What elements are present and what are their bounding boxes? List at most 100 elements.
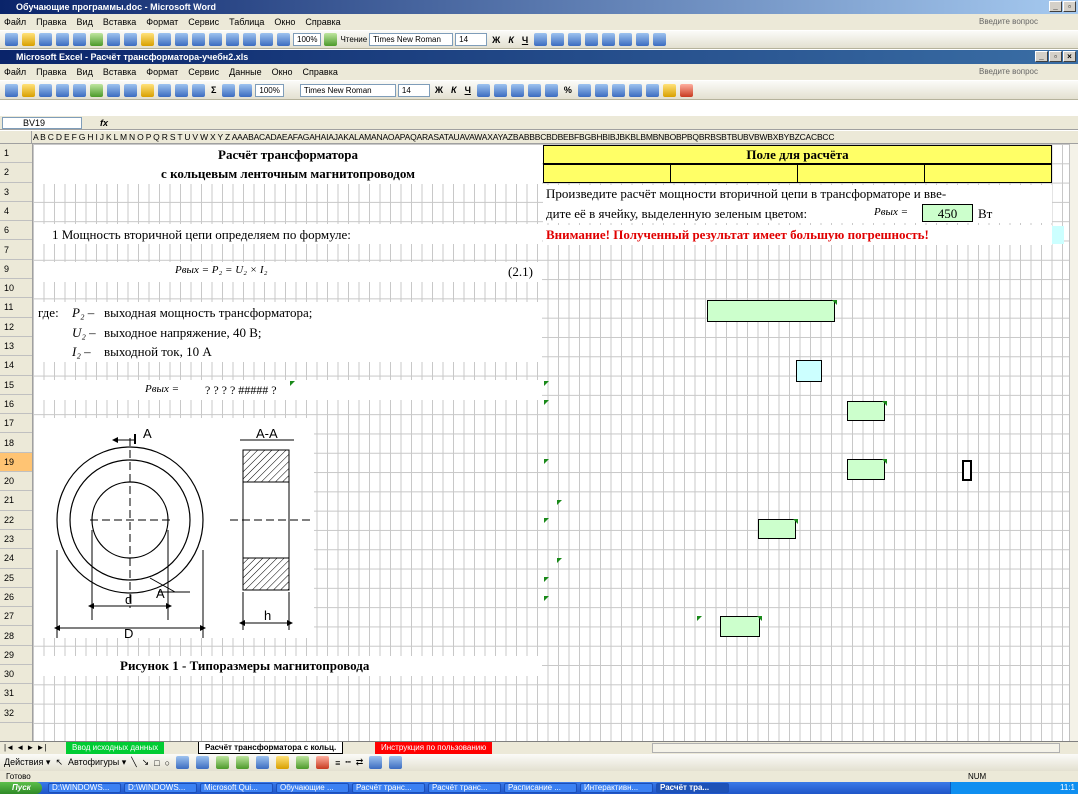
taskbar-button[interactable]: Интерактивн... [580, 783, 653, 793]
row-header[interactable]: 18 [0, 434, 32, 453]
autosum-icon[interactable]: Σ [208, 85, 219, 95]
select-all-corner[interactable] [0, 131, 32, 143]
row-header[interactable]: 16 [0, 395, 32, 415]
taskbar-button[interactable]: Расчёт транс... [352, 783, 425, 793]
reading-button[interactable]: Чтение [340, 35, 367, 44]
row-header[interactable]: 27 [0, 607, 32, 627]
clipart-icon[interactable] [236, 756, 250, 769]
word-font-select[interactable]: Times New Roman [369, 33, 454, 46]
select-pointer-icon[interactable]: ↖ [55, 757, 63, 768]
row-header[interactable]: 2 [0, 163, 32, 183]
arrow-style-icon[interactable]: ⇄ [356, 757, 364, 768]
green-cell-16[interactable] [847, 401, 885, 421]
align-left-icon[interactable] [476, 83, 490, 97]
active-cell-bv19[interactable] [962, 460, 972, 481]
green-cell-27[interactable] [720, 616, 760, 637]
textbox-icon[interactable] [176, 756, 190, 769]
oval-icon[interactable]: ○ [165, 758, 170, 768]
answer-value[interactable]: 450 [922, 206, 973, 222]
row-header[interactable]: 23 [0, 530, 32, 550]
align-center-icon[interactable] [493, 83, 507, 97]
numbering-icon[interactable] [602, 33, 616, 46]
word-help-box[interactable]: Введите вопрос [979, 14, 1038, 30]
border-icon[interactable] [636, 33, 650, 46]
menu-view[interactable]: Вид [77, 64, 93, 80]
row-header[interactable]: 28 [0, 627, 32, 646]
menu-insert[interactable]: Вставка [103, 14, 136, 30]
horizontal-scrollbar[interactable] [652, 743, 1060, 753]
menu-format[interactable]: Формат [146, 14, 178, 30]
diagram-icon[interactable] [216, 756, 230, 769]
italic-icon[interactable]: К [448, 85, 460, 95]
pilcrow-icon[interactable] [277, 33, 290, 46]
row-header[interactable]: 4 [0, 202, 32, 222]
borders-icon[interactable] [645, 83, 659, 97]
cyan-cell-14[interactable] [796, 360, 822, 382]
arrow-icon[interactable]: ↘ [142, 757, 150, 768]
align-right-icon[interactable] [568, 33, 582, 46]
autoshapes-menu[interactable]: Автофигуры ▾ [68, 757, 126, 768]
name-box[interactable]: BV19 [2, 117, 82, 129]
print-icon[interactable] [56, 83, 69, 97]
bullets-icon[interactable] [619, 33, 633, 46]
fx-icon[interactable]: fx [100, 116, 108, 130]
align-center-icon[interactable] [551, 33, 565, 46]
taskbar-button[interactable]: Расписание ... [504, 783, 577, 793]
excel-help-box[interactable]: Введите вопрос [979, 64, 1038, 80]
new-icon[interactable] [5, 83, 18, 97]
paste-icon[interactable] [141, 83, 154, 97]
fill-color-icon[interactable] [662, 83, 676, 97]
underline-icon[interactable]: Ч [462, 85, 474, 95]
row-header[interactable]: 30 [0, 665, 32, 685]
menu-data[interactable]: Данные [229, 64, 262, 80]
row-header[interactable]: 32 [0, 704, 32, 723]
row-header[interactable]: 6 [0, 221, 32, 241]
docmap-icon[interactable] [260, 33, 273, 46]
save-icon[interactable] [39, 33, 52, 46]
columns-icon[interactable] [226, 33, 239, 46]
copy-icon[interactable] [124, 83, 137, 97]
column-letters[interactable]: A B C D E F G H I J K L M N O P Q R S T … [33, 131, 834, 143]
yellow-cell-4[interactable] [924, 164, 1052, 183]
row-header[interactable]: 9 [0, 260, 32, 280]
row-header[interactable]: 24 [0, 549, 32, 569]
row-header[interactable]: 20 [0, 472, 32, 492]
font-color-icon[interactable] [679, 83, 693, 97]
row-header[interactable]: 25 [0, 569, 32, 588]
draw-actions-menu[interactable]: Действия ▾ [4, 757, 50, 768]
row-header[interactable]: 29 [0, 646, 32, 666]
row-header[interactable]: 10 [0, 279, 32, 299]
menu-help[interactable]: Справка [305, 14, 340, 30]
taskbar-button-active[interactable]: Расчёт тра... [656, 783, 729, 793]
justify-icon[interactable] [585, 33, 599, 46]
percent-icon[interactable]: % [561, 85, 575, 95]
open-icon[interactable] [22, 33, 35, 46]
font-color-icon[interactable] [316, 756, 330, 769]
increase-decimal-icon[interactable] [594, 83, 608, 97]
bold-icon[interactable]: Ж [432, 85, 446, 95]
save-icon[interactable] [39, 83, 52, 97]
yellow-cell-3[interactable] [797, 164, 925, 183]
decrease-decimal-icon[interactable] [611, 83, 625, 97]
row-header[interactable]: 14 [0, 356, 32, 376]
row-header[interactable]: 3 [0, 183, 32, 202]
menu-window[interactable]: Окно [274, 14, 295, 30]
preview-icon[interactable] [73, 83, 86, 97]
excel-size-select[interactable]: 14 [397, 83, 430, 97]
minimize-icon[interactable]: _ [1049, 1, 1062, 12]
row-header[interactable]: 21 [0, 491, 32, 511]
yellow-cell-2[interactable] [670, 164, 798, 183]
line-color-icon[interactable] [296, 756, 310, 769]
help-icon[interactable] [324, 33, 338, 46]
menu-help[interactable]: Справка [303, 64, 338, 80]
drawing-icon[interactable] [243, 33, 256, 46]
tab-transformer-calc[interactable]: Расчёт трансформатора с кольц. [198, 742, 344, 754]
open-icon[interactable] [22, 83, 35, 97]
picture-icon[interactable] [256, 756, 270, 769]
taskbar-button[interactable]: Обучающие ... [276, 783, 349, 793]
equation-icon[interactable] [653, 33, 667, 46]
row-header[interactable]: 1 [0, 144, 32, 164]
cut-icon[interactable] [107, 33, 120, 46]
yellow-cell-1[interactable] [543, 164, 671, 183]
tab-nav-arrows-icon[interactable]: |◄ ◄ ► ►| [4, 742, 47, 754]
